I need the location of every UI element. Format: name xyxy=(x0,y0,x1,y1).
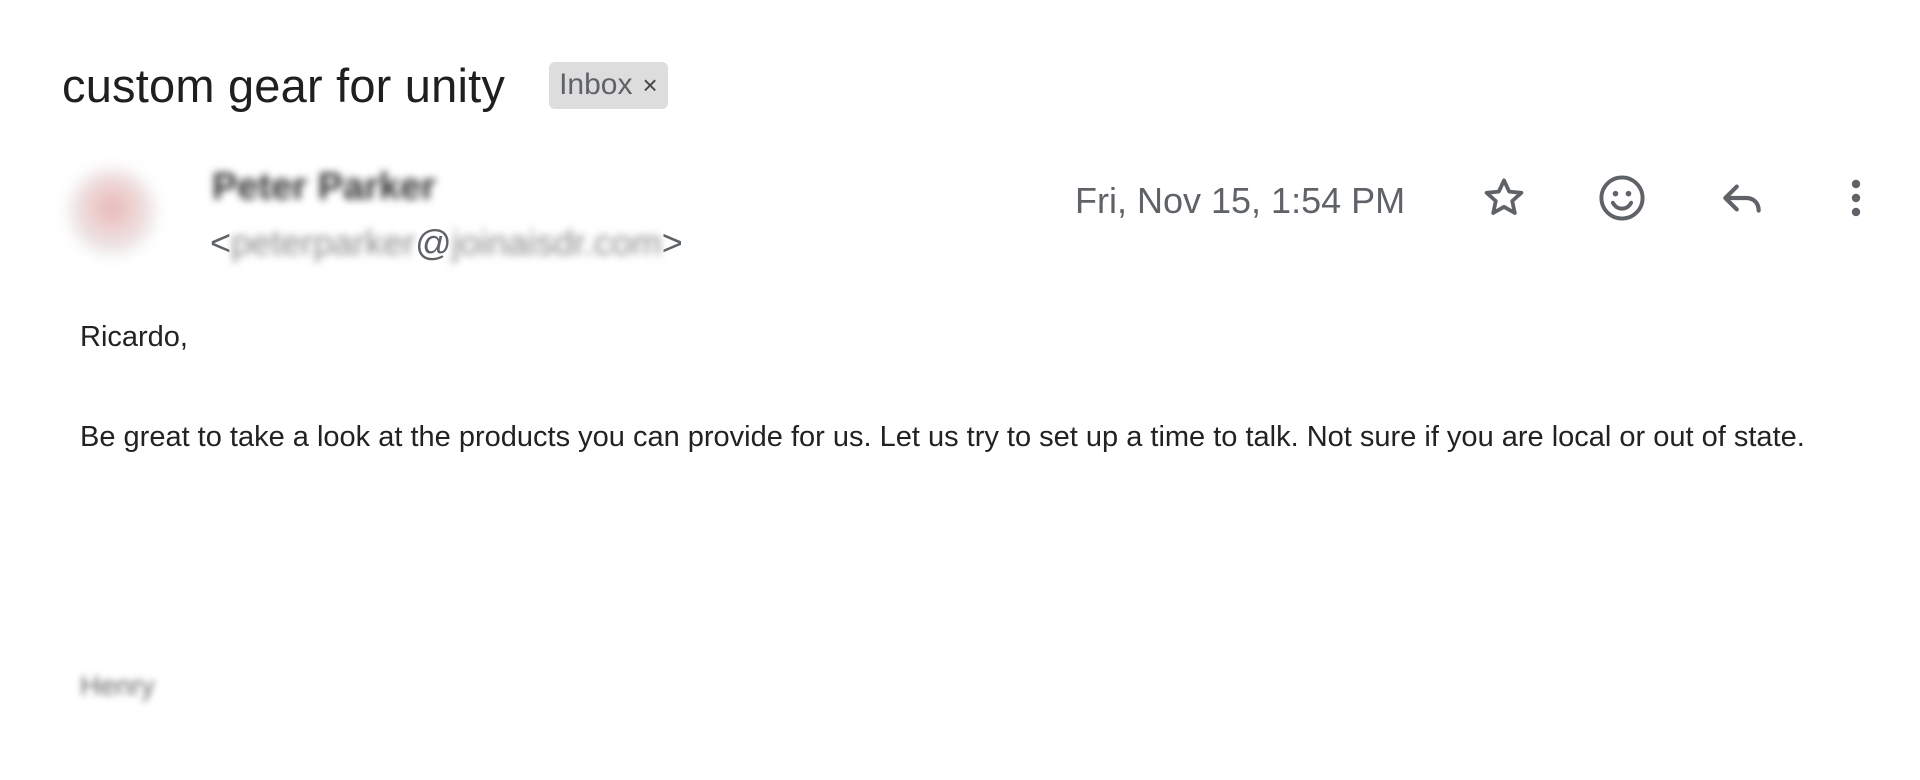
email-subject: custom gear for unity xyxy=(62,59,506,112)
subject-row: custom gear for unity Inbox × xyxy=(62,58,668,113)
reply-button[interactable] xyxy=(1714,170,1770,226)
star-icon xyxy=(1484,178,1524,215)
email-at: @ xyxy=(415,222,452,263)
email-view: custom gear for unity Inbox × Peter Park… xyxy=(0,0,1920,780)
inbox-label-chip[interactable]: Inbox × xyxy=(549,62,668,109)
more-vert-icon xyxy=(1851,179,1861,217)
email-paragraph: Be great to take a look at the products … xyxy=(80,421,1805,453)
more-button[interactable] xyxy=(1828,170,1884,226)
reply-icon xyxy=(1723,184,1761,213)
remove-label-icon[interactable]: × xyxy=(642,70,657,101)
smiley-icon xyxy=(1599,175,1645,221)
email-greeting: Ricardo, xyxy=(80,321,188,353)
email-body: Ricardo, Be great to take a look at the … xyxy=(80,312,1860,462)
email-user: peterparker xyxy=(231,222,416,263)
email-domain: joinaisdr.com xyxy=(451,222,662,263)
sender-email: < peterparker @ joinaisdr.com > xyxy=(210,222,683,264)
email-bracket-close: > xyxy=(661,222,683,263)
react-button[interactable] xyxy=(1594,170,1650,226)
avatar[interactable] xyxy=(70,170,154,254)
star-button[interactable] xyxy=(1476,170,1532,226)
email-bracket-open: < xyxy=(210,222,232,263)
email-signature: Henry xyxy=(80,670,155,701)
label-text: Inbox xyxy=(559,68,633,101)
email-date: Fri, Nov 15, 1:54 PM xyxy=(1075,180,1406,221)
sender-name[interactable]: Peter Parker xyxy=(212,166,436,209)
